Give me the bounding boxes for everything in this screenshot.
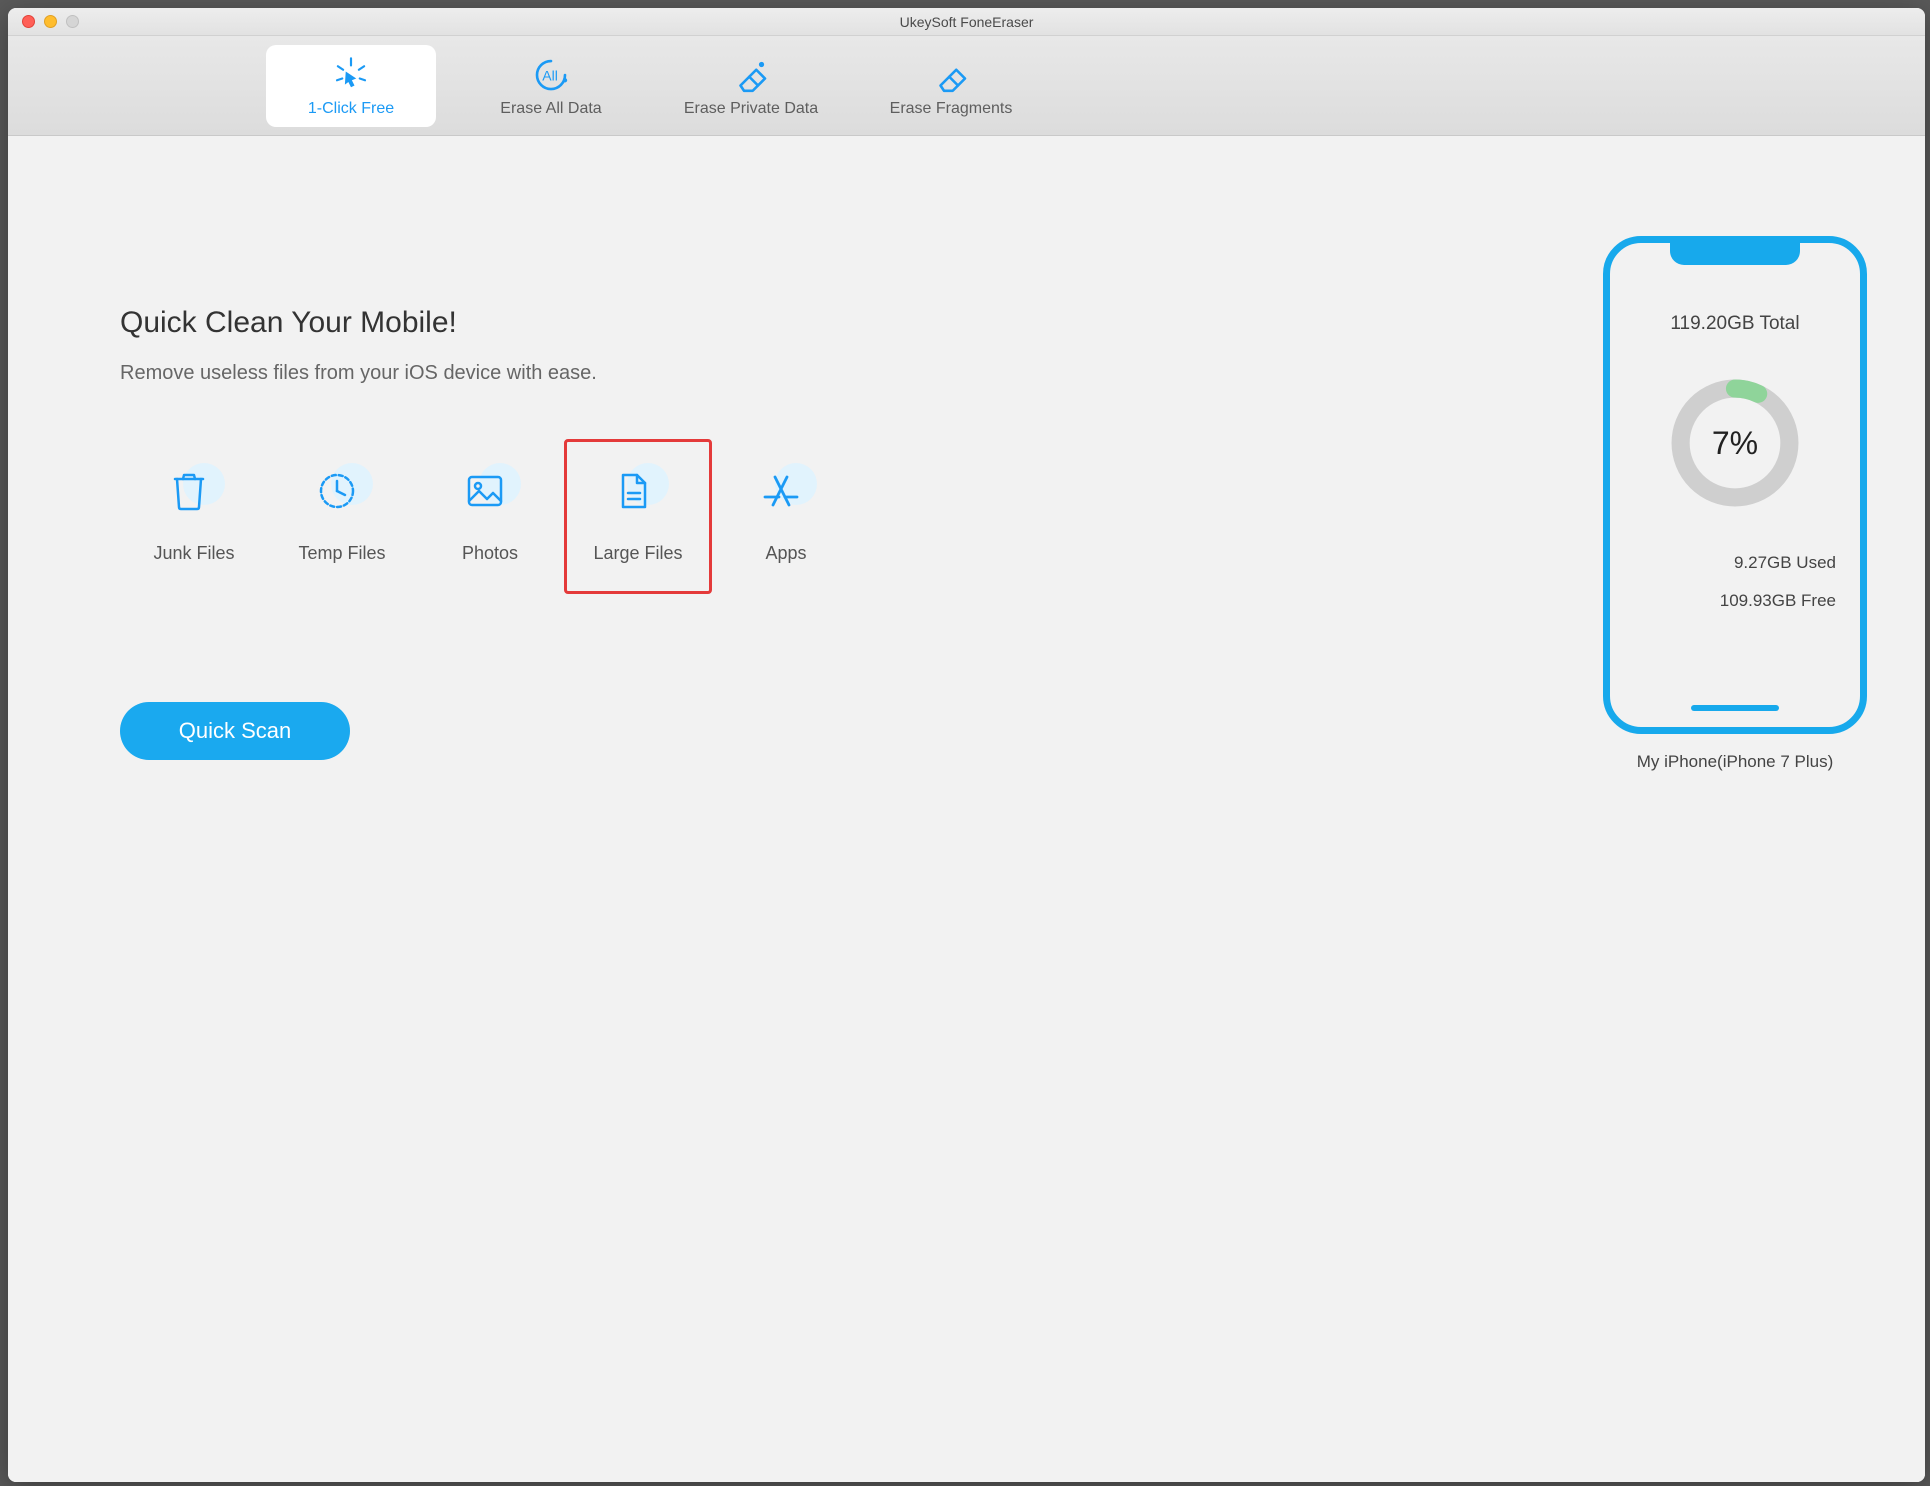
- device-panel: 119.20GB Total 7% 9.27GB Used 109.93GB F…: [1545, 136, 1925, 1482]
- storage-used-label: 9.27GB Used: [1610, 553, 1860, 573]
- tab-1-click-free[interactable]: 1-Click Free: [266, 45, 436, 127]
- svg-text:All: All: [542, 67, 558, 83]
- category-large-files[interactable]: Large Files: [564, 439, 712, 594]
- category-row: Junk Files Temp Files: [120, 439, 1545, 594]
- phone-home-indicator: [1691, 705, 1779, 711]
- maximize-window-button[interactable]: [66, 15, 79, 28]
- device-name-label: My iPhone(iPhone 7 Plus): [1637, 752, 1834, 772]
- trash-icon: [167, 469, 221, 523]
- main-panel: Quick Clean Your Mobile! Remove useless …: [8, 136, 1545, 1482]
- storage-free-label: 109.93GB Free: [1610, 591, 1860, 611]
- category-label: Large Files: [593, 543, 682, 564]
- category-label: Apps: [765, 543, 806, 564]
- category-label: Junk Files: [153, 543, 234, 564]
- tab-label: 1-Click Free: [308, 100, 394, 118]
- storage-percent-label: 7%: [1667, 375, 1803, 511]
- top-tabs: 1-Click Free All Erase All Data Erase: [8, 36, 1925, 136]
- category-label: Photos: [462, 543, 518, 564]
- file-icon: [611, 469, 665, 523]
- phone-notch: [1670, 241, 1800, 265]
- eraser-fragments-icon: [930, 54, 972, 96]
- quick-scan-button[interactable]: Quick Scan: [120, 702, 350, 760]
- tab-erase-private-data[interactable]: Erase Private Data: [666, 45, 836, 127]
- category-junk-files[interactable]: Junk Files: [120, 439, 268, 594]
- appstore-icon: [759, 469, 813, 523]
- traffic-lights: [22, 15, 79, 28]
- category-temp-files[interactable]: Temp Files: [268, 439, 416, 594]
- tab-label: Erase Fragments: [890, 100, 1013, 118]
- content-area: Quick Clean Your Mobile! Remove useless …: [8, 136, 1925, 1482]
- category-label: Temp Files: [298, 543, 385, 564]
- minimize-window-button[interactable]: [44, 15, 57, 28]
- category-photos[interactable]: Photos: [416, 439, 564, 594]
- tab-erase-all-data[interactable]: All Erase All Data: [466, 45, 636, 127]
- storage-donut: 7%: [1667, 375, 1803, 511]
- eraser-private-icon: [730, 54, 772, 96]
- titlebar: UkeySoft FoneEraser: [8, 8, 1925, 36]
- photo-icon: [463, 469, 517, 523]
- tab-label: Erase All Data: [500, 100, 601, 118]
- page-subheading: Remove useless files from your iOS devic…: [120, 362, 1545, 385]
- click-cursor-icon: [330, 54, 372, 96]
- category-apps[interactable]: Apps: [712, 439, 860, 594]
- tab-label: Erase Private Data: [684, 100, 818, 118]
- phone-illustration: 119.20GB Total 7% 9.27GB Used 109.93GB F…: [1603, 236, 1867, 734]
- page-heading: Quick Clean Your Mobile!: [120, 306, 1545, 340]
- storage-total-label: 119.20GB Total: [1670, 313, 1799, 335]
- clock-icon: [315, 469, 369, 523]
- window-title: UkeySoft FoneEraser: [8, 14, 1925, 30]
- tab-erase-fragments[interactable]: Erase Fragments: [866, 45, 1036, 127]
- erase-all-icon: All: [530, 54, 572, 96]
- close-window-button[interactable]: [22, 15, 35, 28]
- app-window: UkeySoft FoneEraser 1-Click Free: [8, 8, 1925, 1482]
